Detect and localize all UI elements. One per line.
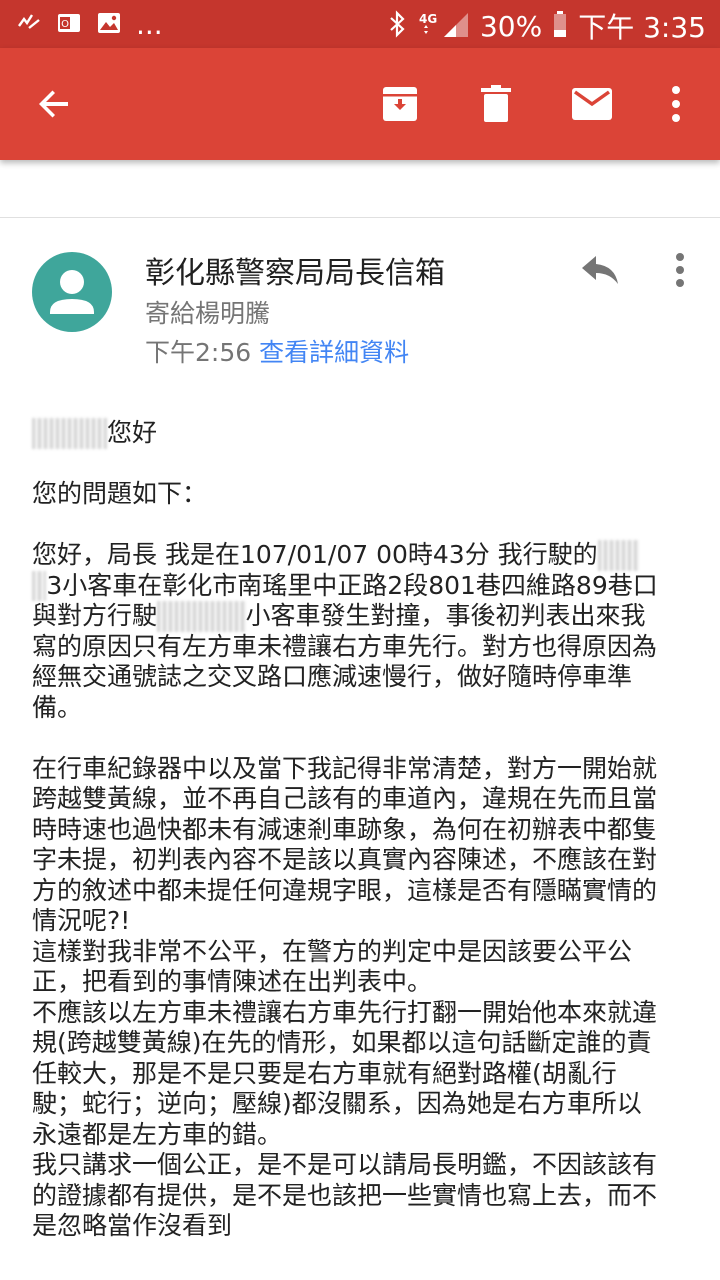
network-icon: 4G bbox=[418, 9, 470, 43]
clock: 下午 3:35 bbox=[578, 11, 706, 44]
message-more-button[interactable] bbox=[660, 248, 700, 292]
recipient-line: 寄給楊明騰 bbox=[145, 299, 271, 328]
network-type-label: 4G bbox=[419, 12, 437, 26]
more-vert-icon bbox=[672, 86, 680, 122]
redacted-plate: 2701-X bbox=[157, 601, 246, 632]
status-bar: O ... 4G 30% 下午 3:35 bbox=[0, 0, 720, 48]
paragraph-2: 在行車紀錄器中以及當下我記得非常清楚，對方一開始就 跨越雙黃線，並不再自己該有的… bbox=[32, 753, 658, 936]
system-status: 4G 30% 下午 3:35 bbox=[388, 6, 706, 46]
toolbar bbox=[0, 48, 720, 160]
archive-button[interactable] bbox=[372, 76, 428, 132]
email-body: 楊明騰您好 您的問題如下： 您好，局長 我是在107/01/07 00時43分 … bbox=[32, 418, 694, 1242]
trash-icon bbox=[481, 85, 511, 122]
sent-time: 下午2:56 bbox=[145, 338, 252, 367]
paragraph-5: 我只講求一個公正，是不是可以請局長明鑑，不因該該有 的證據都有提供，是不是也該把… bbox=[32, 1150, 658, 1240]
notification-area: O ... bbox=[16, 8, 163, 41]
more-options-button[interactable] bbox=[648, 76, 704, 132]
paragraph-3: 這樣對我非常不公平，在警方的判定中是因該要公平公 正，把看到的事情陳述在出判表中… bbox=[32, 936, 633, 997]
reply-button[interactable] bbox=[576, 250, 624, 290]
mark-unread-button[interactable] bbox=[564, 76, 620, 132]
more-vert-icon bbox=[676, 253, 684, 287]
email-meta: 下午2:56 查看詳細資料 bbox=[145, 333, 409, 369]
delete-button[interactable] bbox=[468, 76, 524, 132]
redacted-plate: 3… bbox=[597, 540, 639, 571]
battery-percent: 30% bbox=[479, 9, 543, 43]
svg-text:O: O bbox=[61, 19, 69, 30]
outlook-icon: O bbox=[56, 10, 82, 40]
back-arrow-icon bbox=[39, 90, 68, 118]
redacted-plate: F bbox=[32, 570, 47, 601]
back-button[interactable] bbox=[26, 76, 82, 132]
reply-icon bbox=[582, 256, 618, 284]
mail-icon bbox=[572, 88, 612, 120]
intro-line: 您的問題如下： bbox=[32, 479, 208, 508]
battery-icon bbox=[552, 9, 568, 43]
missed-call-icon bbox=[16, 10, 42, 40]
image-icon bbox=[96, 10, 122, 40]
archive-icon bbox=[383, 87, 417, 121]
bluetooth-icon bbox=[388, 9, 408, 43]
divider bbox=[0, 217, 720, 218]
more-notifications: ... bbox=[136, 8, 163, 41]
view-details-link[interactable]: 查看詳細資料 bbox=[259, 338, 409, 367]
greeting: 楊明騰您好 bbox=[32, 418, 694, 449]
paragraph-1: 您好，局長 我是在107/01/07 00時43分 我行駛的3… F3小客車在彰… bbox=[32, 540, 658, 722]
avatar[interactable] bbox=[32, 252, 112, 332]
sender-name: 彰化縣警察局局長信箱 bbox=[145, 256, 445, 291]
paragraph-4: 不應該以左方車未禮讓右方車先行打翻一開始他本來就違 規(跨越雙黃線)在先的情形，… bbox=[32, 997, 658, 1149]
redacted-name: 楊明騰 bbox=[32, 418, 108, 449]
person-icon bbox=[50, 270, 94, 314]
